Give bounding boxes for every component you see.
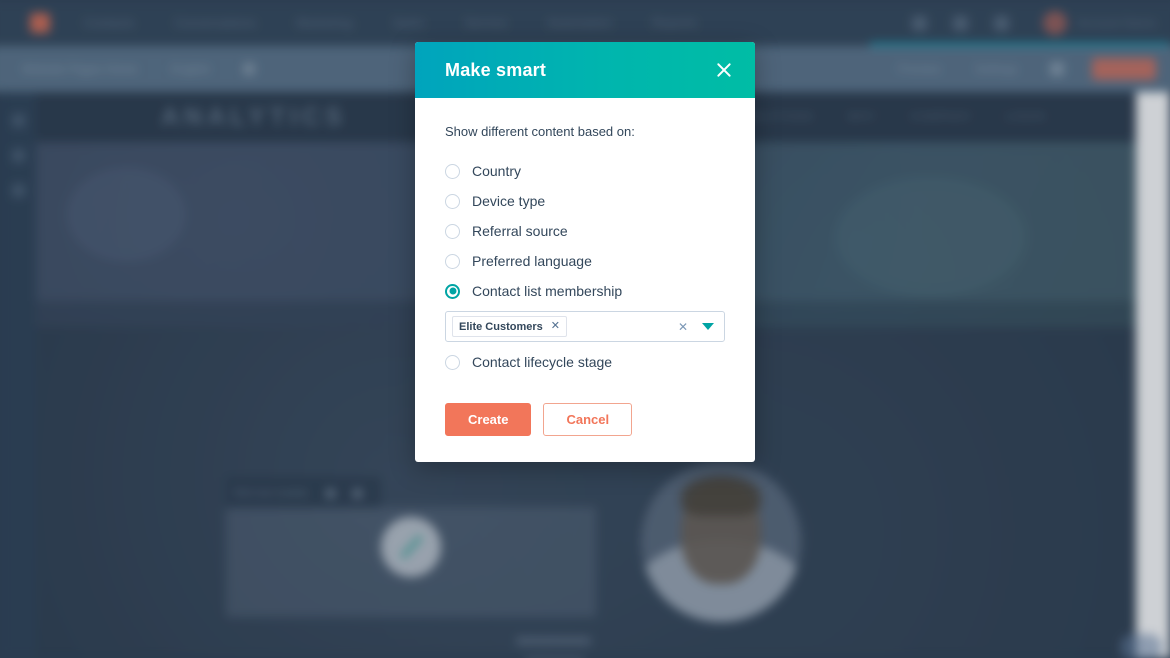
modal-title: Make smart [445,59,547,80]
radio-option-contact-lifecycle-stage[interactable]: Contact lifecycle stage [445,347,725,377]
radio-icon[interactable] [445,223,460,239]
radio-label: Contact lifecycle stage [472,354,613,370]
make-smart-modal: Make smart Show different content based … [415,42,755,462]
close-icon[interactable] [711,57,737,83]
radio-label: Referral source [472,223,568,239]
contact-list-select[interactable]: Elite Customers ✕ ✕ [445,311,725,342]
radio-icon[interactable] [445,253,460,269]
radio-label: Device type [472,193,546,209]
radio-icon-selected[interactable] [445,283,460,299]
modal-prompt: Show different content based on: [445,124,635,139]
chip-label: Elite Customers [459,320,543,333]
radio-option-country[interactable]: Country [445,156,725,186]
radio-option-preferred-language[interactable]: Preferred language [445,246,725,276]
chip-remove-icon[interactable]: ✕ [551,321,560,332]
list-tag-chip[interactable]: Elite Customers ✕ [452,316,567,337]
cancel-button[interactable]: Cancel [543,403,633,436]
modal-header: Make smart [415,42,755,98]
radio-option-contact-list-membership[interactable]: Contact list membership [445,276,725,306]
app-window: Contacts Conversations Marketing Sales S… [0,0,1170,658]
radio-label: Country [472,163,522,179]
modal-actions: Create Cancel [445,403,725,436]
radio-option-device-type[interactable]: Device type [445,186,725,216]
radio-option-referral-source[interactable]: Referral source [445,216,725,246]
radio-label: Contact list membership [472,283,623,299]
modal-body: Show different content based on: Country… [415,98,755,462]
clear-icon[interactable]: ✕ [678,320,688,334]
radio-icon[interactable] [445,193,460,209]
radio-icon[interactable] [445,163,460,179]
create-button[interactable]: Create [445,403,532,436]
radio-label: Preferred language [472,253,592,269]
radio-icon[interactable] [445,354,460,370]
chevron-down-icon[interactable] [702,323,714,330]
